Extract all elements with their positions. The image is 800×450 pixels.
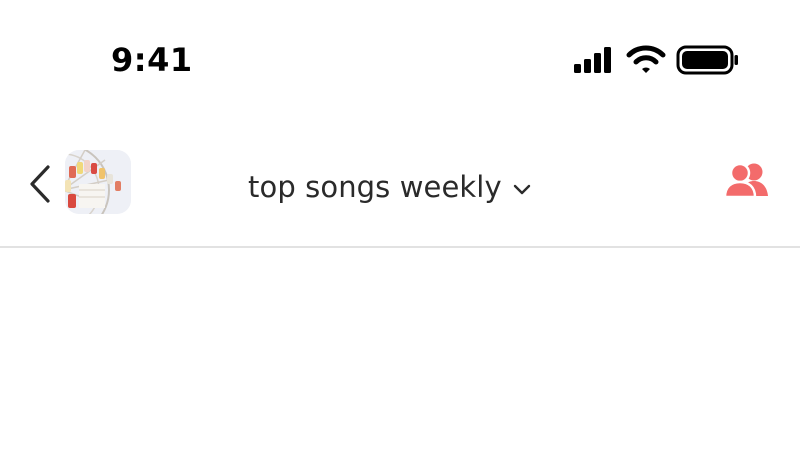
- group-title-dropdown[interactable]: top songs weekly: [248, 165, 532, 209]
- chevron-down-icon: [513, 184, 530, 195]
- status-bar: 9:41: [0, 0, 800, 110]
- status-time: 9:41: [111, 41, 193, 79]
- people-icon: [723, 162, 768, 199]
- chat-header: top songs weekly: [0, 138, 800, 248]
- chevron-left-icon: [30, 165, 50, 203]
- members-button[interactable]: [722, 162, 772, 202]
- wifi-icon: [626, 45, 666, 73]
- chat-screen: 9:41 top songs weekly: [0, 0, 800, 450]
- group-avatar[interactable]: [65, 150, 131, 214]
- status-icons: [572, 44, 738, 76]
- battery-icon: [676, 45, 738, 75]
- cellular-signal-icon: [574, 47, 611, 73]
- page-title: top songs weekly: [248, 170, 502, 204]
- back-button[interactable]: [22, 160, 58, 208]
- ferris-wheel-image: [65, 150, 131, 214]
